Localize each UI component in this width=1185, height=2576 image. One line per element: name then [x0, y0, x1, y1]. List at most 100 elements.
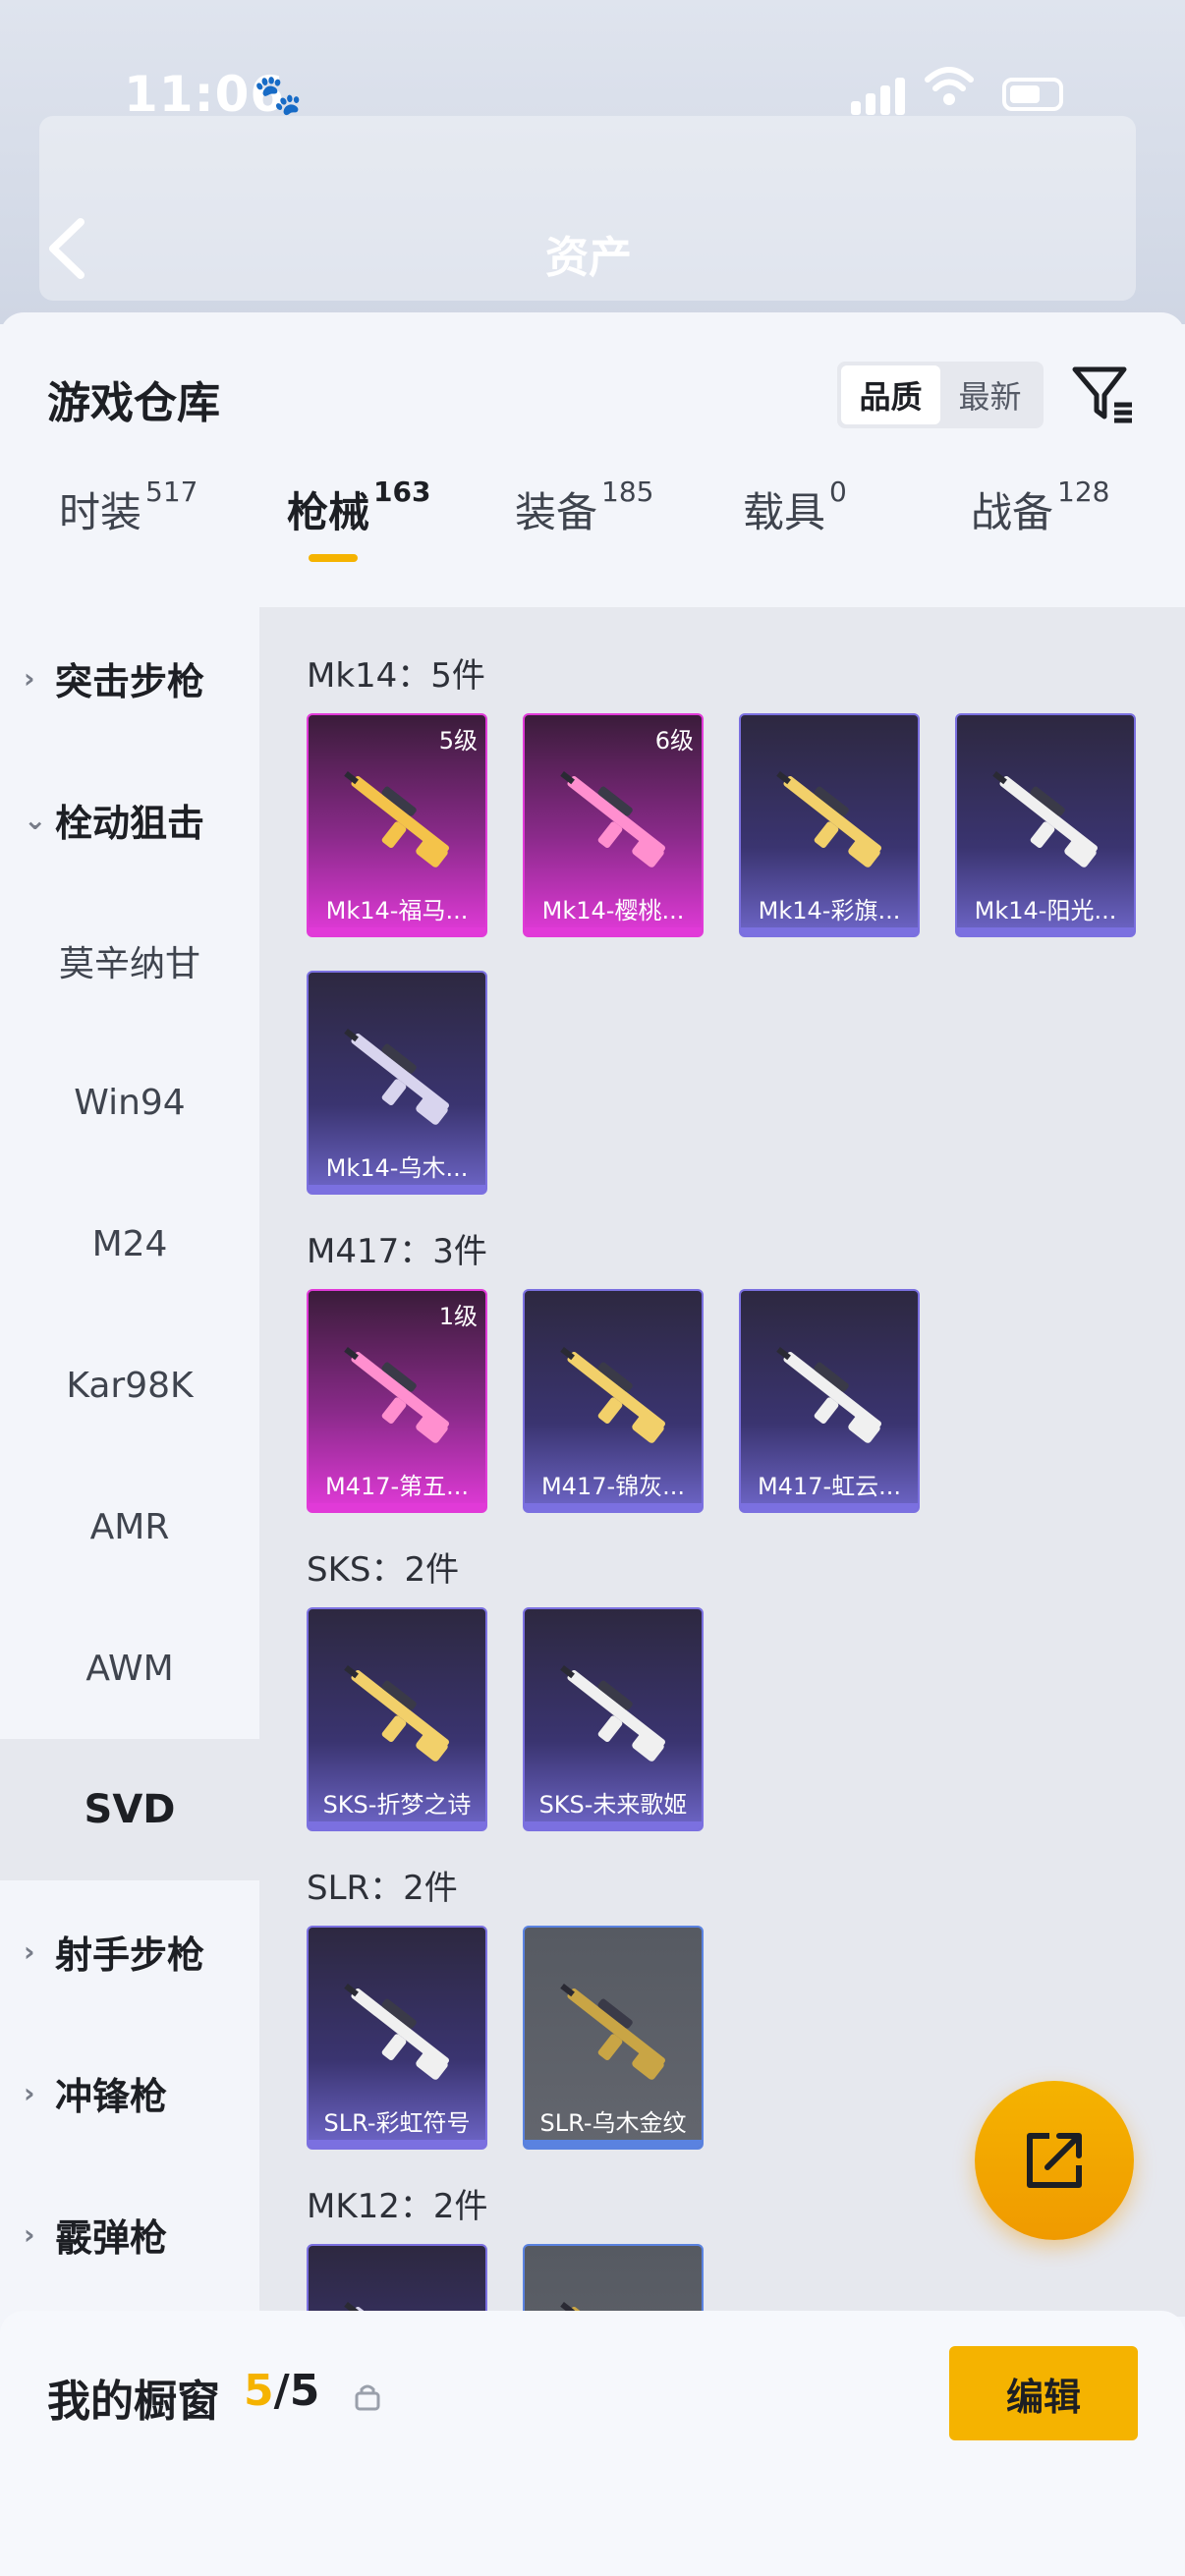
sidebar-item[interactable]: Kar98K [0, 1315, 259, 1456]
showcase-count: 5/5 [244, 2366, 319, 2416]
group-header: M417：3件 [307, 1232, 487, 1271]
tab-fashion[interactable]: 时装 517 [59, 476, 198, 588]
rarity-strip [957, 927, 1134, 935]
share-button[interactable] [975, 2081, 1134, 2240]
item-name: Mk14-福马... [325, 897, 469, 924]
gun-icon [776, 1346, 881, 1443]
sidebar-item[interactable]: SVD [0, 1739, 259, 1880]
rarity-strip [525, 1503, 702, 1511]
group-header: SLR：2件 [307, 1869, 458, 1908]
item-card[interactable]: M417-锦灰... [523, 1289, 704, 1513]
sort-quality-button[interactable]: 品质 [841, 365, 940, 424]
sidebar-item[interactable]: › 冲锋枪 [0, 2022, 259, 2163]
rarity-strip [309, 1503, 485, 1511]
tab-label: 枪械 [287, 488, 370, 536]
sidebar-item-label: 突击步枪 [55, 659, 205, 703]
warehouse-sheet: 游戏仓库 品质 最新 时装 517 枪械 163 装备 185 载具 0 战备 128 ›… [0, 312, 1185, 2576]
tab-label: 时装 [59, 488, 142, 536]
item-name: Mk14-樱桃... [541, 897, 685, 924]
filter-icon[interactable] [1069, 360, 1138, 428]
chevron-right-icon: › [24, 2217, 35, 2251]
sidebar-item[interactable]: ⌄ 栓动狙击 [0, 749, 259, 890]
item-name: SLR-乌木金纹 [539, 2109, 687, 2137]
share-icon [1027, 2133, 1082, 2188]
item-card[interactable]: Mk14-乌木... [307, 971, 487, 1195]
paw-icon: 🐾 [254, 73, 303, 118]
rarity-strip [525, 1821, 702, 1829]
battery-icon [1002, 78, 1063, 111]
item-name: SKS-折梦之诗 [322, 1791, 472, 1819]
chevron-right-icon: › [24, 2076, 35, 2109]
category-sidebar: › 突击步枪 ⌄ 栓动狙击莫辛纳甘 Win94 M24 Kar98K AMR AWM SVD › 射手… [0, 607, 259, 2317]
item-card[interactable]: SKS-折梦之诗 [307, 1607, 487, 1831]
gun-icon [776, 770, 881, 868]
gun-icon [344, 770, 449, 868]
showcase-bar: 我的橱窗 5/5 编辑 [0, 2311, 1185, 2576]
item-name: M417-第五... [324, 1473, 470, 1500]
sidebar-item[interactable]: › 突击步枪 [0, 607, 259, 749]
sidebar-item[interactable]: M24 [0, 1173, 259, 1315]
showcase-label: 我的橱窗 [47, 2377, 220, 2427]
item-name: SKS-未来歌姬 [538, 1791, 688, 1819]
gun-icon [992, 770, 1098, 868]
item-card[interactable]: 5级 Mk14-福马... [307, 713, 487, 937]
tab-count: 163 [373, 476, 431, 508]
sidebar-item[interactable]: 莫辛纳甘 [0, 890, 259, 1032]
warehouse-title: 游戏仓库 [47, 378, 220, 428]
gun-icon [560, 1983, 665, 2080]
active-tab-indicator [309, 554, 358, 562]
tab-equipment[interactable]: 装备 185 [515, 476, 653, 588]
item-card[interactable]: SLR-乌木金纹 [523, 1926, 704, 2150]
gun-icon [344, 1028, 449, 1125]
chevron-right-icon: › [24, 661, 35, 695]
item-name: Mk14-彩旗... [758, 897, 901, 924]
item-name: Mk14-阳光... [974, 897, 1117, 924]
tab-supplies[interactable]: 战备 128 [971, 476, 1110, 588]
tab-label: 载具 [743, 488, 826, 536]
gun-icon [560, 1346, 665, 1443]
sidebar-item[interactable]: AMR [0, 1456, 259, 1597]
sidebar-item-label: AMR [89, 1506, 170, 1547]
top-background: 11:06 🐾 资产 [0, 0, 1185, 324]
tab-vehicles[interactable]: 载具 0 [743, 476, 847, 588]
page-title: 资产 [545, 233, 632, 283]
sidebar-item-label: Win94 [74, 1082, 186, 1123]
sort-newest-button[interactable]: 最新 [940, 365, 1040, 424]
item-card[interactable]: Mk14-阳光... [955, 713, 1136, 937]
item-card[interactable]: Mk14-彩旗... [739, 713, 920, 937]
sidebar-item-label: 莫辛纳甘 [58, 944, 200, 984]
sidebar-item[interactable]: › 霰弹枪 [0, 2163, 259, 2305]
sidebar-item-label: 霰弹枪 [55, 2215, 168, 2260]
status-bar: 11:06 🐾 [0, 54, 1185, 142]
item-card[interactable]: SKS-未来歌姬 [523, 1607, 704, 1831]
tab-guns[interactable]: 枪械 163 [287, 476, 431, 588]
edit-button[interactable]: 编辑 [949, 2346, 1138, 2440]
sidebar-item-label: Kar98K [66, 1365, 194, 1406]
signal-icon [851, 76, 906, 115]
item-card[interactable]: M417-虹云... [739, 1289, 920, 1513]
item-grid: Mk14：5件 5级 Mk14-福马... 6级 Mk14-樱桃... Mk14-彩旗..… [259, 607, 1185, 2317]
rarity-strip [741, 1503, 918, 1511]
rarity-strip [525, 927, 702, 935]
sidebar-item[interactable]: AWM [0, 1597, 259, 1739]
sidebar-item[interactable]: › 射手步枪 [0, 1880, 259, 2022]
item-card[interactable]: SLR-彩虹符号 [307, 1926, 487, 2150]
wifi-icon [924, 64, 975, 118]
tab-count: 0 [829, 476, 847, 508]
item-card[interactable]: 1级 M417-第五... [307, 1289, 487, 1513]
item-card[interactable] [307, 2244, 487, 2317]
rarity-strip [309, 1821, 485, 1829]
item-card[interactable]: 6级 Mk14-樱桃... [523, 713, 704, 937]
rarity-strip [741, 927, 918, 935]
back-button[interactable] [43, 214, 92, 283]
tab-count: 128 [1057, 476, 1110, 508]
sidebar-item-label: M24 [91, 1223, 168, 1264]
sidebar-item[interactable]: Win94 [0, 1032, 259, 1173]
showcase-total: /5 [273, 2366, 320, 2416]
item-card[interactable] [523, 2244, 704, 2317]
item-name: Mk14-乌木... [325, 1154, 469, 1182]
sort-toggle: 品质 最新 [837, 362, 1044, 428]
item-name: M417-虹云... [757, 1473, 902, 1500]
showcase-used: 5 [244, 2366, 274, 2416]
category-tabs: 时装 517 枪械 163 装备 185 载具 0 战备 128 [0, 476, 1185, 588]
